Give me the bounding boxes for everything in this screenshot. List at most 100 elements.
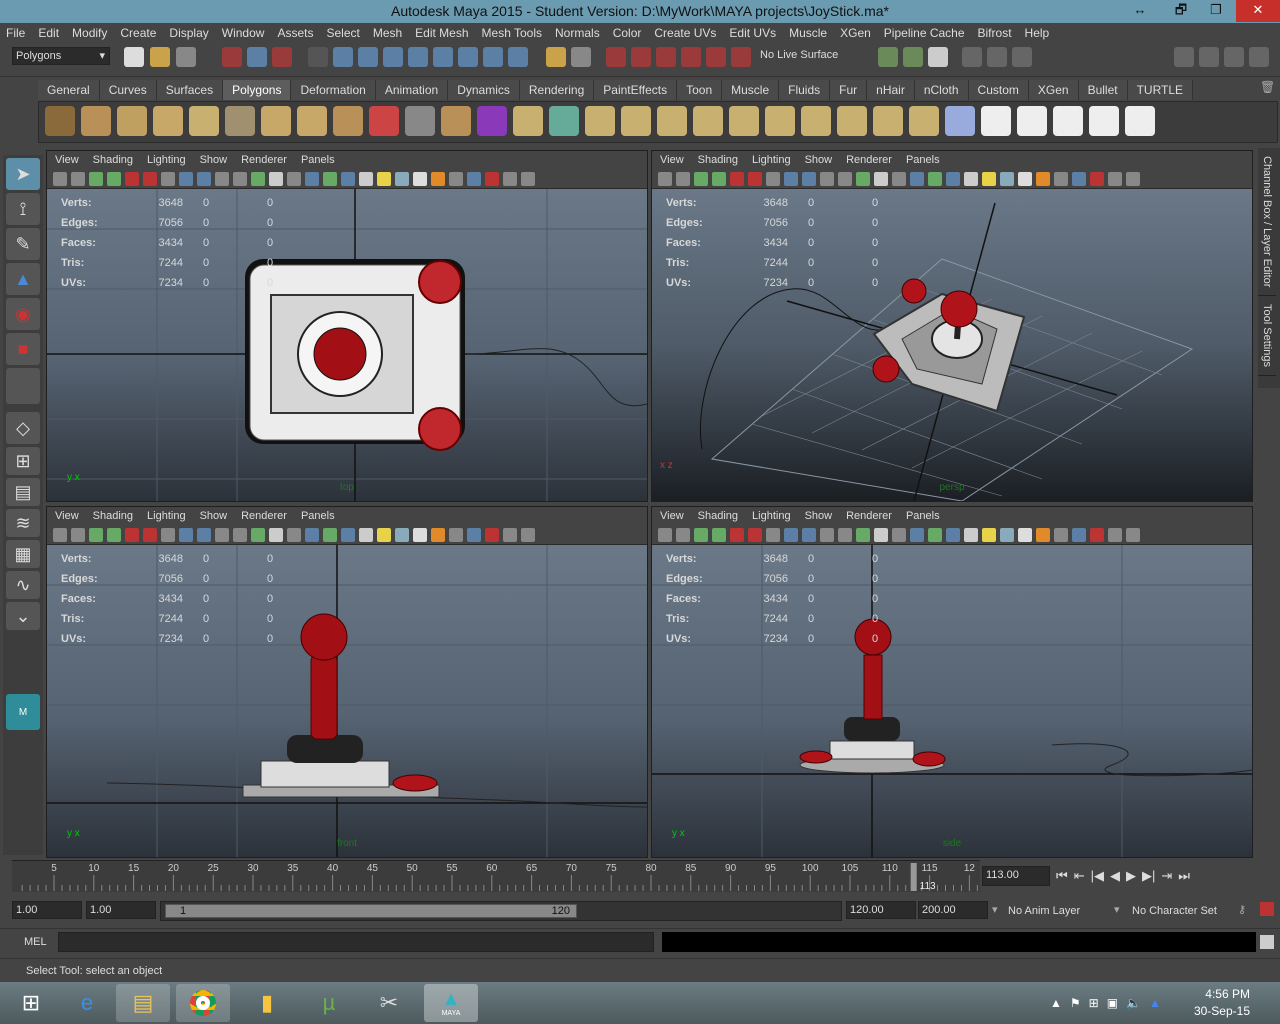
file-explorer-icon[interactable]: ▤ bbox=[116, 984, 170, 1022]
magnet-icon[interactable] bbox=[731, 47, 751, 67]
script-editor-icon[interactable] bbox=[1260, 935, 1274, 949]
panel-toolbar-button-icon[interactable] bbox=[161, 527, 175, 542]
shelf-tool-icon[interactable] bbox=[405, 106, 435, 136]
panel-toolbar-button-icon[interactable] bbox=[125, 527, 139, 542]
tab-curves[interactable]: Curves bbox=[99, 80, 157, 100]
range-slider[interactable]: 1 120 bbox=[160, 901, 842, 921]
menu-muscle[interactable]: Muscle bbox=[789, 26, 827, 40]
render-frame-icon[interactable] bbox=[606, 47, 626, 67]
time-slider[interactable]: 5 10 15 20 25 30 35 40 45 50 55 60 65 70 75 80 85 90 95 100… bbox=[12, 860, 980, 892]
panel-menu-panels[interactable]: Panels bbox=[301, 154, 335, 166]
panel-toolbar-button-icon[interactable] bbox=[215, 527, 229, 542]
menu-pipeline-cache[interactable]: Pipeline Cache bbox=[884, 26, 965, 40]
close-button[interactable]: ✕ bbox=[1236, 0, 1280, 22]
tool-settings-icon[interactable] bbox=[1224, 47, 1244, 67]
viewport-persp[interactable]: Verts: 3648 0 0 Edges: 7056 0 0 Faces: 3434 0 0 Tris… bbox=[652, 189, 1252, 501]
panel-menu-view[interactable]: View bbox=[660, 510, 684, 522]
panel-toolbar-button-icon[interactable] bbox=[1054, 527, 1068, 542]
layout-outliner-icon[interactable] bbox=[1012, 47, 1032, 67]
ipr-render-icon[interactable] bbox=[631, 47, 651, 67]
minimize-icon[interactable]: 🗗 bbox=[1165, 0, 1197, 22]
panel-toolbar-button-icon[interactable] bbox=[143, 171, 157, 186]
panel-toolbar-button-icon[interactable] bbox=[395, 527, 409, 542]
panel-toolbar-button-icon[interactable] bbox=[838, 171, 852, 186]
panel-toolbar-button-icon[interactable] bbox=[1090, 171, 1104, 186]
tab-rendering[interactable]: Rendering bbox=[519, 80, 595, 100]
panel-toolbar-button-icon[interactable] bbox=[1018, 171, 1032, 186]
panel-toolbar-button-icon[interactable] bbox=[467, 527, 481, 542]
new-scene-icon[interactable] bbox=[124, 47, 144, 67]
tab-muscle[interactable]: Muscle bbox=[722, 80, 780, 100]
panel-toolbar-button-icon[interactable] bbox=[892, 171, 906, 186]
panel-toolbar-button-icon[interactable] bbox=[161, 171, 175, 186]
panel-toolbar-button-icon[interactable] bbox=[431, 171, 445, 186]
shelf-tool-icon[interactable] bbox=[297, 106, 327, 136]
panel-toolbar-button-icon[interactable] bbox=[233, 527, 247, 542]
panel-toolbar-button-icon[interactable] bbox=[233, 171, 247, 186]
panel-menu-lighting[interactable]: Lighting bbox=[147, 510, 186, 522]
panel-menu-renderer[interactable]: Renderer bbox=[846, 154, 892, 166]
hypershade-icon[interactable] bbox=[681, 47, 701, 67]
modeling-toolkit-icon[interactable] bbox=[1174, 47, 1194, 67]
ie-icon[interactable]: e bbox=[60, 984, 114, 1022]
menu-color[interactable]: Color bbox=[613, 26, 642, 40]
panel-toolbar-button-icon[interactable] bbox=[874, 171, 888, 186]
panel-icon[interactable] bbox=[928, 47, 948, 67]
panel-toolbar-button-icon[interactable] bbox=[323, 171, 337, 186]
panel-toolbar-button-icon[interactable] bbox=[1072, 527, 1086, 542]
character-set-dropdown[interactable]: No Character Set bbox=[1132, 905, 1217, 917]
panel-toolbar-button-icon[interactable] bbox=[395, 171, 409, 186]
tab-general[interactable]: General bbox=[38, 80, 100, 100]
panel-menu-lighting[interactable]: Lighting bbox=[752, 154, 791, 166]
folders-icon[interactable]: ▮ bbox=[240, 984, 294, 1022]
panel-toolbar-button-icon[interactable] bbox=[179, 171, 193, 186]
start-icon[interactable]: ⊞ bbox=[4, 984, 58, 1022]
tab-toon[interactable]: Toon bbox=[677, 80, 723, 100]
move-tool-icon[interactable]: ▲ bbox=[6, 263, 40, 295]
panel-toolbar-button-icon[interactable] bbox=[694, 527, 708, 542]
menu-edit-uvs[interactable]: Edit UVs bbox=[729, 26, 776, 40]
panel-menu-show[interactable]: Show bbox=[805, 510, 833, 522]
panel-menu-panels[interactable]: Panels bbox=[906, 510, 940, 522]
render-settings-icon[interactable] bbox=[656, 47, 676, 67]
channel-box-icon[interactable] bbox=[1249, 47, 1269, 67]
panel-front[interactable]: View Shading Lighting Show Renderer Pane… bbox=[46, 506, 648, 858]
panel-menu-renderer[interactable]: Renderer bbox=[241, 510, 287, 522]
menu-select[interactable]: Select bbox=[326, 26, 359, 40]
panel-menu-view[interactable]: View bbox=[55, 510, 79, 522]
panel-toolbar-button-icon[interactable] bbox=[53, 527, 67, 542]
windows-icon[interactable]: ⊞ bbox=[1089, 996, 1099, 1010]
panel-toolbar-button-icon[interactable] bbox=[712, 527, 726, 542]
viewport-front[interactable]: Verts: 3648 0 0 Edges: 7056 0 0 Faces: 3434 0 0 Tris… bbox=[47, 545, 647, 857]
live-surface-label[interactable]: No Live Surface bbox=[760, 49, 838, 61]
panel-toolbar-button-icon[interactable] bbox=[197, 527, 211, 542]
shelf-tool-icon[interactable] bbox=[873, 106, 903, 136]
tab-channel-box[interactable]: Channel Box / Layer Editor bbox=[1258, 148, 1276, 297]
panel-toolbar-button-icon[interactable] bbox=[874, 527, 888, 542]
tab-xgen[interactable]: XGen bbox=[1028, 80, 1079, 100]
shelf-tool-icon[interactable] bbox=[945, 106, 975, 136]
tab-surfaces[interactable]: Surfaces bbox=[156, 80, 224, 100]
shelf-tool-icon[interactable] bbox=[153, 106, 183, 136]
scale-tool-icon[interactable]: ■ bbox=[6, 333, 40, 365]
tab-custom[interactable]: Custom bbox=[968, 80, 1029, 100]
snap-grid-icon[interactable] bbox=[333, 47, 353, 67]
layout-hypershade-icon[interactable]: ▦ bbox=[6, 540, 40, 568]
panel-toolbar-button-icon[interactable] bbox=[251, 171, 265, 186]
select-object-icon[interactable] bbox=[247, 47, 267, 67]
panel-toolbar-button-icon[interactable] bbox=[125, 171, 139, 186]
menu-xgen[interactable]: XGen bbox=[840, 26, 871, 40]
panel-toolbar-button-icon[interactable] bbox=[694, 171, 708, 186]
snap-view-icon[interactable] bbox=[408, 47, 428, 67]
step-forward-key-icon[interactable]: ⇥ bbox=[1161, 868, 1172, 884]
layout-single-icon[interactable] bbox=[962, 47, 982, 67]
shelf-tool-icon[interactable] bbox=[477, 106, 507, 136]
shelf-tool-icon[interactable] bbox=[693, 106, 723, 136]
scene-start-field[interactable]: 1.00 bbox=[12, 901, 82, 919]
trash-icon[interactable]: 🗑 bbox=[1260, 80, 1275, 96]
shelf-tool-icon[interactable] bbox=[117, 106, 147, 136]
snap-plane-icon[interactable] bbox=[483, 47, 503, 67]
panel-toolbar-button-icon[interactable] bbox=[305, 171, 319, 186]
rotate-tool-icon[interactable]: ◉ bbox=[6, 298, 40, 330]
panel-toolbar-button-icon[interactable] bbox=[946, 171, 960, 186]
